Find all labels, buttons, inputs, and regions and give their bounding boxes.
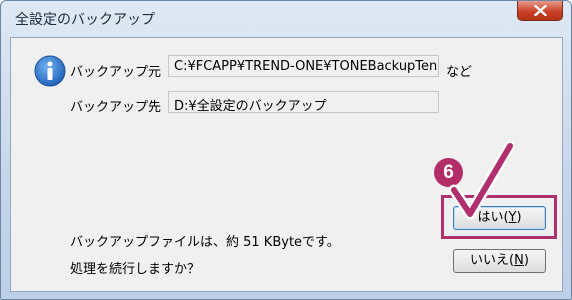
source-suffix: など (446, 65, 473, 80)
destination-label: バックアップ先 (70, 100, 162, 115)
destination-path-field: D:¥全設定のバックアップ (168, 91, 439, 113)
dialog-title: 全設定のバックアップ (15, 12, 155, 28)
size-message: バックアップファイルは、約 51 KByteです。 (70, 235, 340, 250)
close-button[interactable] (517, 1, 563, 21)
source-path-field: C:¥FCAPP¥TREND-ONE¥TONEBackupTen (168, 55, 439, 77)
no-label-end: ) (523, 253, 529, 268)
no-accesskey: N (514, 253, 524, 268)
continue-question: 処理を続行しますか？ (70, 262, 201, 277)
no-label: いいえ( (470, 253, 515, 268)
close-icon (534, 5, 547, 16)
title-bar[interactable]: 全設定のバックアップ (1, 1, 571, 36)
no-button[interactable]: いいえ(N) (453, 249, 546, 273)
checkmark-icon (448, 142, 514, 220)
source-label: バックアップ元 (70, 65, 162, 80)
info-icon (34, 55, 66, 87)
